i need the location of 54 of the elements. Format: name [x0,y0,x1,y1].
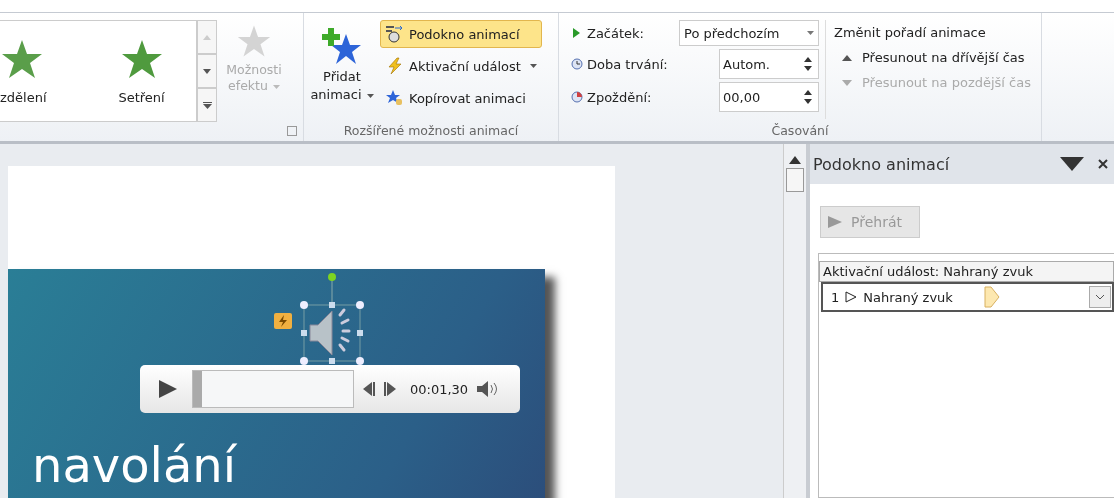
spin-arrows-icon [804,57,812,71]
animation-gallery-item[interactable]: Setření [87,21,196,121]
start-dropdown[interactable]: Po předchozím [679,20,819,46]
group-label: Rozšířené možnosti animací [343,122,519,138]
caret-up-icon [203,34,211,40]
dropdown-triangle-icon[interactable] [1060,157,1084,171]
field-label: Začátek: [587,25,645,41]
scroll-down-button[interactable] [197,54,217,88]
play-icon[interactable] [156,378,178,400]
chevron-down-icon [1095,294,1105,300]
star-brush-icon [385,89,405,107]
animation-pane-icon [385,25,405,43]
ribbon-button[interactable]: Podokno animací [380,20,542,48]
triangle-down-icon [842,79,852,86]
move-earlier-button[interactable]: Přesunout na dřívější čas [834,50,1031,65]
caret-down-icon [366,93,374,98]
add-animation-button[interactable]: Přidat animaci [304,20,380,119]
progress-track[interactable] [192,370,354,408]
triangle-up-icon [842,54,852,61]
timeline-marker-icon [984,286,1001,308]
reorder-title: Změnit pořadí animace [834,25,987,40]
field-label: Zpoždění: [587,89,653,105]
play-icon [571,28,581,38]
clock-icon [571,58,583,70]
item-name: Nahraný zvuk [863,289,954,305]
close-icon[interactable] [1098,159,1108,169]
scroll-up-icon[interactable] [789,156,801,164]
ribbon-button[interactable]: Kopírovat animaci [380,84,542,112]
trigger-header: Aktivační událost: Nahraný zvuk [819,261,1114,282]
ribbon-button[interactable]: Aktivační událost [380,52,542,80]
dialog-launcher-icon[interactable] [287,126,297,136]
caret-down-icon [807,31,814,35]
pane-title: Podokno animací [813,154,951,174]
play-outline-icon [845,291,858,303]
animation-item[interactable]: 1 Nahraný zvuk [821,282,1114,312]
more-icon [202,101,212,109]
spin-arrows-icon [804,90,812,104]
duration-spinner[interactable]: Autom. [719,49,819,79]
more-button[interactable] [197,88,217,122]
audio-player[interactable]: 00:01,30 [140,365,520,413]
star-plus-icon [322,26,362,66]
delay-spinner[interactable]: 00,00 [719,82,819,112]
item-number: 1 [831,289,840,305]
caret-down-icon [203,68,211,74]
group-label: Časování [771,122,829,138]
caret-down-icon [272,84,280,89]
animation-gallery-item[interactable]: zdělení [0,21,88,121]
play-icon [827,215,843,229]
star-icon [236,24,272,58]
field-label: Doba trvání: [587,56,669,72]
scroll-thumb[interactable] [786,168,804,192]
delay-clock-icon [571,91,583,103]
time-label: 00:01,30 [410,381,469,397]
slide-title: navolání [32,437,237,495]
